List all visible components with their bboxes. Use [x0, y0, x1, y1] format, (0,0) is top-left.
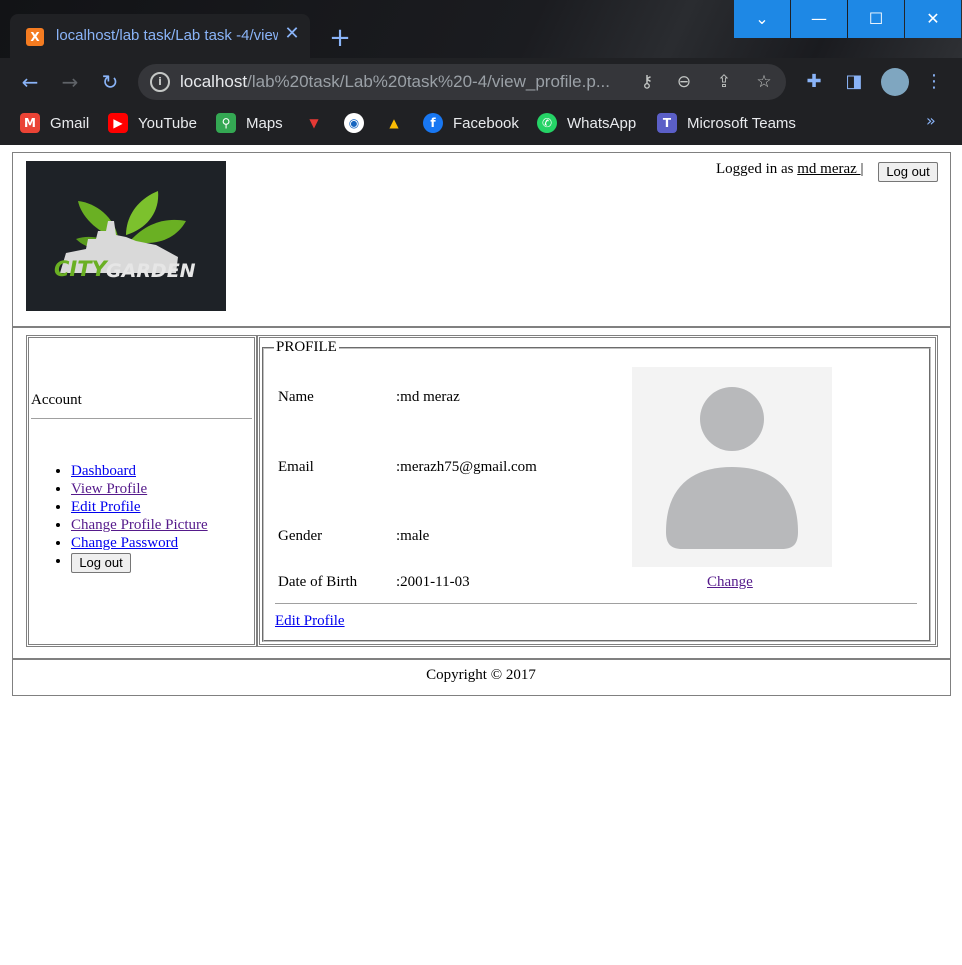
- sidebar-item-change-password: Change Password: [71, 534, 208, 552]
- gmail-icon: M: [20, 113, 40, 133]
- drive-icon: ▲: [389, 116, 399, 130]
- change-password-link[interactable]: Change Password: [71, 535, 178, 551]
- share-icon[interactable]: ⇪: [713, 71, 735, 93]
- sidebar-divider: [31, 418, 252, 419]
- dashboard-link[interactable]: Dashboard: [71, 463, 136, 479]
- profile-legend: PROFILE: [274, 339, 339, 356]
- bookmark-gmail[interactable]: M Gmail: [20, 111, 89, 135]
- extensions-icon[interactable]: ✚: [802, 70, 826, 94]
- facebook-icon: f: [423, 113, 443, 133]
- browser-toolbar: ← → ↻ i localhost/lab%20task/Lab%20task%…: [0, 58, 962, 105]
- bookmark-drive[interactable]: ▲: [384, 111, 404, 135]
- bookmark-red-v[interactable]: ▼: [304, 111, 324, 135]
- maps-icon: ⚲: [216, 113, 236, 133]
- address-bar[interactable]: i localhost/lab%20task/Lab%20task%20-4/v…: [138, 64, 786, 100]
- tab-title: localhost/lab task/Lab task -4/view_prof…: [56, 27, 278, 44]
- profile-avatar[interactable]: [881, 68, 909, 96]
- bookmark-label: WhatsApp: [567, 114, 637, 132]
- bookmark-teams[interactable]: T Microsoft Teams: [657, 111, 796, 135]
- shield-icon: ◉: [344, 113, 364, 133]
- sidebar-item-view-profile: View Profile: [71, 480, 208, 498]
- bookmark-label: Maps: [246, 114, 283, 132]
- leaf-logo-icon: [26, 161, 226, 311]
- bookmark-star-icon[interactable]: ☆: [753, 71, 775, 93]
- url-host: localhost: [180, 72, 248, 91]
- change-picture-link[interactable]: Change: [707, 574, 753, 591]
- copyright-text: Copyright © 2017: [426, 667, 536, 683]
- logged-in-prefix: Logged in as: [716, 161, 798, 177]
- bookmarks-bar: M Gmail ▶ YouTube ⚲ Maps ▼ ◉ ▲ f Faceboo…: [0, 105, 962, 145]
- bookmark-label: YouTube: [138, 114, 197, 132]
- maximize-button[interactable]: ☐: [848, 0, 904, 38]
- separator: |: [860, 161, 864, 177]
- zoom-icon[interactable]: ⊖: [673, 71, 695, 93]
- dob-value: :2001-11-03: [396, 574, 470, 590]
- red-v-icon: ▼: [309, 116, 319, 130]
- bookmark-label: Facebook: [453, 114, 519, 132]
- tab-strip: X localhost/lab task/Lab task -4/view_pr…: [0, 0, 962, 58]
- dob-label: Date of Birth: [278, 574, 358, 590]
- change-profile-picture-link[interactable]: Change Profile Picture: [71, 517, 208, 533]
- gender-value: :male: [396, 528, 430, 544]
- bookmark-maps[interactable]: ⚲ Maps: [216, 111, 283, 135]
- view-profile-link[interactable]: View Profile: [71, 481, 147, 497]
- minimize-button[interactable]: —: [791, 0, 847, 38]
- forward-arrow-icon[interactable]: →: [56, 68, 84, 96]
- logo-text-city: CITY: [54, 257, 107, 281]
- bookmark-shield[interactable]: ◉: [344, 111, 364, 135]
- reload-icon[interactable]: ↻: [96, 68, 124, 96]
- sidebar-item-edit-profile: Edit Profile: [71, 498, 208, 516]
- bookmark-whatsapp[interactable]: ✆ WhatsApp: [537, 111, 636, 135]
- browser-chrome: X localhost/lab task/Lab task -4/view_pr…: [0, 0, 962, 145]
- gender-label: Gender: [278, 528, 323, 544]
- email-value: :merazh75@gmail.com: [396, 459, 537, 475]
- bookmark-label: Microsoft Teams: [687, 114, 796, 132]
- username-link[interactable]: md meraz: [797, 161, 860, 177]
- user-avatar-icon: [666, 387, 798, 549]
- key-icon[interactable]: ⚷: [636, 71, 658, 93]
- edit-profile-bottom-link[interactable]: Edit Profile: [275, 613, 345, 630]
- edit-profile-link[interactable]: Edit Profile: [71, 499, 141, 515]
- bookmark-facebook[interactable]: f Facebook: [423, 111, 519, 135]
- browser-tab[interactable]: X localhost/lab task/Lab task -4/view_pr…: [10, 14, 310, 58]
- tab-close-icon[interactable]: ✕: [282, 24, 302, 44]
- back-arrow-icon[interactable]: ←: [16, 68, 44, 96]
- bookmark-label: Gmail: [50, 114, 90, 132]
- bookmark-youtube[interactable]: ▶ YouTube: [108, 111, 197, 135]
- profile-picture: [632, 367, 832, 567]
- bookmarks-overflow-icon[interactable]: »: [926, 111, 936, 130]
- teams-icon: T: [657, 113, 677, 133]
- sidebar-item-dashboard: Dashboard: [71, 462, 208, 480]
- header-logout-button[interactable]: Log out: [878, 162, 938, 182]
- side-panel-icon[interactable]: ◨: [842, 70, 866, 94]
- youtube-icon: ▶: [108, 113, 128, 133]
- sidebar-item-change-picture: Change Profile Picture: [71, 516, 208, 534]
- url-text[interactable]: localhost/lab%20task/Lab%20task%20-4/vie…: [180, 72, 620, 92]
- name-label: Name: [278, 389, 314, 405]
- url-path: /lab%20task/Lab%20task%20-4/view_profile…: [247, 72, 610, 91]
- login-status: Logged in as md meraz |: [716, 161, 864, 178]
- info-icon[interactable]: i: [150, 72, 170, 92]
- close-window-button[interactable]: ✕: [905, 0, 961, 38]
- sidebar-title: Account: [31, 392, 82, 408]
- xampp-favicon-icon: X: [26, 28, 44, 46]
- new-tab-button[interactable]: +: [326, 24, 354, 52]
- name-value: :md meraz: [396, 389, 460, 405]
- menu-kebab-icon[interactable]: ⋮: [922, 70, 946, 94]
- logo-text-garden: GARDEN: [106, 260, 196, 282]
- email-label: Email: [278, 459, 314, 475]
- whatsapp-icon: ✆: [537, 113, 557, 133]
- sidebar-logout-button[interactable]: Log out: [71, 553, 131, 573]
- profile-divider: [275, 603, 917, 604]
- tab-search-icon[interactable]: ⌄: [734, 0, 790, 38]
- page-content: CITY GARDEN Logged in as md meraz | Log …: [0, 145, 962, 965]
- city-garden-logo: CITY GARDEN: [26, 161, 226, 311]
